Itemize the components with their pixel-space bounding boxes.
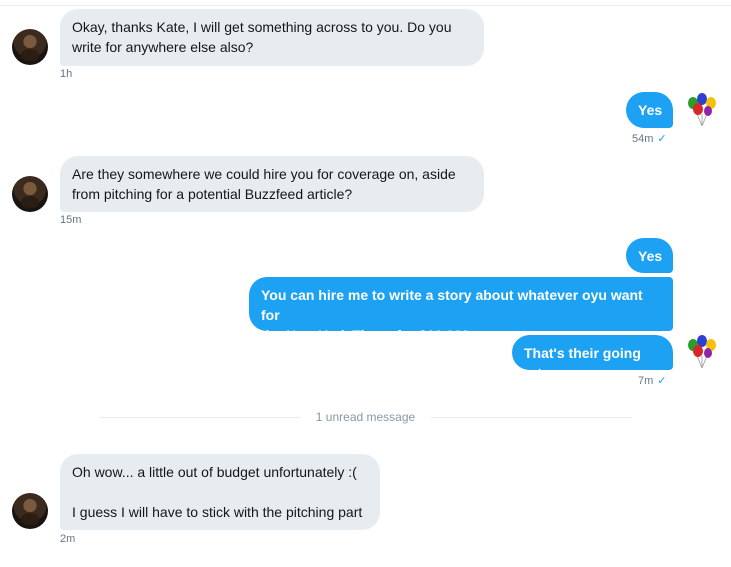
outgoing-message[interactable]: You can hire me to write a story about w… — [249, 277, 673, 343]
read-check-icon: ✓ — [657, 133, 667, 145]
balloons-icon — [688, 93, 716, 127]
contact-avatar[interactable] — [12, 493, 48, 529]
outgoing-message[interactable]: Yes — [626, 92, 673, 128]
message-timestamp: 2m — [60, 533, 76, 545]
contact-avatar[interactable] — [12, 29, 48, 65]
outgoing-message[interactable]: Yes — [626, 238, 673, 273]
message-text-line: from pitching for a potential Buzzfeed a… — [72, 186, 353, 202]
user-avatar-balloons[interactable] — [684, 334, 720, 370]
incoming-message[interactable]: Oh wow... a little out of budget unfortu… — [60, 454, 380, 530]
message-text-line: I guess I will have to stick with the pi… — [72, 504, 363, 520]
message-timestamp: 7m ✓ — [638, 375, 667, 387]
message-text: Yes — [638, 248, 663, 264]
user-avatar-balloons[interactable] — [684, 92, 720, 128]
message-timestamp: 54m ✓ — [632, 133, 667, 145]
message-text-line: You can hire me to write a story about w… — [261, 287, 643, 323]
message-text: That's their going rate — [524, 345, 641, 381]
incoming-message[interactable]: Okay, thanks Kate, I will get something … — [60, 9, 484, 66]
contact-avatar[interactable] — [12, 176, 48, 212]
message-text-line: Are they somewhere we could hire you for… — [72, 166, 456, 182]
message-text: Yes — [638, 102, 663, 118]
message-text-line: Oh wow... a little out of budget unfortu… — [72, 464, 357, 480]
top-border — [0, 5, 731, 6]
message-text-line: write for anywhere else also? — [72, 39, 254, 55]
incoming-message[interactable]: Are they somewhere we could hire you for… — [60, 156, 484, 212]
read-check-icon: ✓ — [657, 375, 667, 387]
message-timestamp: 15m — [60, 214, 82, 226]
balloons-icon — [688, 335, 716, 369]
message-timestamp: 1h — [60, 68, 73, 80]
unread-divider-line-right — [431, 417, 631, 418]
outgoing-message[interactable]: That's their going rate — [512, 335, 673, 381]
message-text-line: Okay, thanks Kate, I will get something … — [72, 19, 452, 35]
